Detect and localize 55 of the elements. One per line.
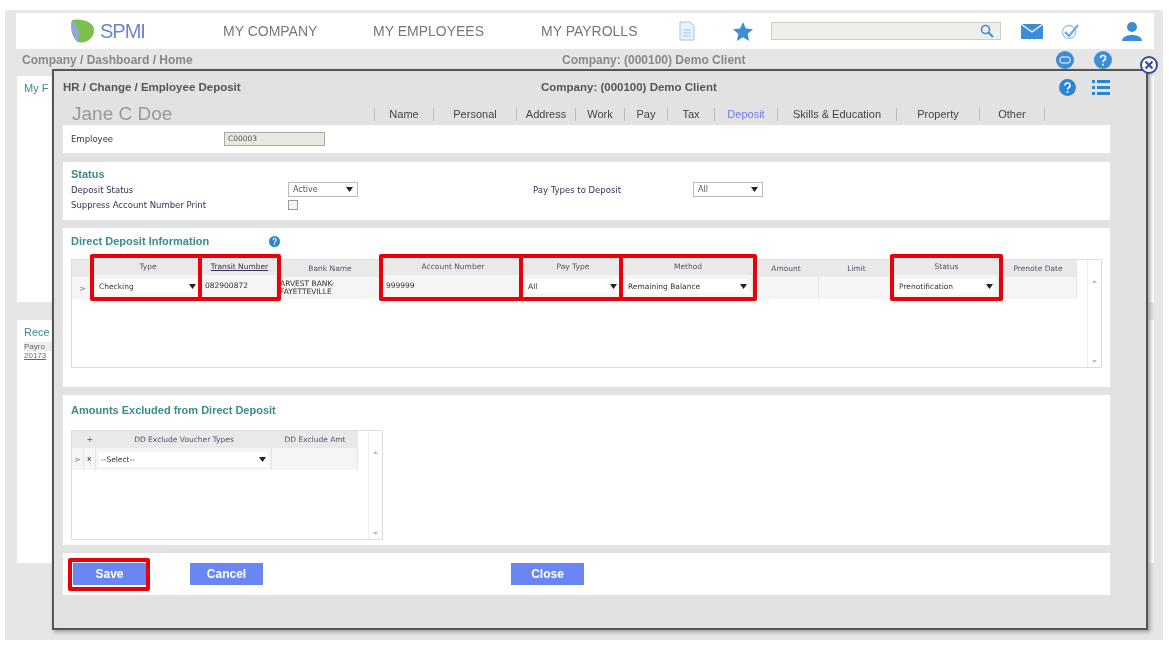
scroll-up-icon[interactable] <box>1092 280 1097 283</box>
scroll-down-icon[interactable] <box>373 532 378 535</box>
checkbox[interactable] <box>288 200 298 210</box>
caret-icon <box>346 187 353 192</box>
dialog-breadcrumb: HR / Change / Employee Deposit <box>63 81 242 93</box>
section-title: Direct Deposit Information <box>71 235 211 247</box>
help-icon[interactable] <box>1059 78 1076 96</box>
breadcrumb: Company / Dashboard / Home <box>21 53 194 67</box>
card-title: My F <box>24 82 49 94</box>
dropdown[interactable]: All <box>693 182 763 197</box>
field-label: Pay Types to Deposit <box>533 184 623 195</box>
field-label: Employee <box>71 134 115 144</box>
mail-icon[interactable] <box>1021 23 1043 39</box>
tab[interactable]: Name <box>374 108 433 121</box>
checkmark-icon[interactable] <box>1061 23 1079 39</box>
user-icon[interactable] <box>1122 21 1142 41</box>
nav-link[interactable]: MY COMPANY <box>223 23 373 39</box>
nav-link[interactable]: MY PAYROLLS <box>541 23 679 39</box>
caret-icon <box>740 283 747 289</box>
company-label: Company: (000100) Demo Client <box>541 81 717 93</box>
dropdown[interactable]: Active <box>288 182 358 197</box>
section-title: Amounts Excluded from Direct Deposit <box>71 404 277 416</box>
tab[interactable]: Property <box>896 108 979 121</box>
scroll-up-icon[interactable] <box>373 451 378 454</box>
field-label: Deposit Status <box>71 184 135 195</box>
list-icon[interactable] <box>1092 79 1110 95</box>
nav-link[interactable]: MY EMPLOYEES <box>373 23 541 39</box>
caret-icon <box>986 283 993 289</box>
company-label: Company: (000100) Demo Client <box>562 53 746 67</box>
star-icon[interactable] <box>733 21 753 41</box>
tab[interactable]: Work <box>575 108 624 121</box>
help-icon[interactable] <box>1094 51 1112 69</box>
caret-icon <box>751 187 758 192</box>
tab[interactable]: Address <box>516 108 575 121</box>
close-icon[interactable] <box>1140 56 1158 74</box>
card-title: Rece <box>24 326 50 338</box>
search-icon[interactable] <box>980 24 994 38</box>
chat-icon[interactable] <box>1056 51 1074 69</box>
tab[interactable]: Skills & Education <box>777 108 896 121</box>
tab[interactable]: Pay <box>624 108 667 121</box>
link[interactable]: 20173 <box>24 351 47 360</box>
caret-icon <box>189 283 196 289</box>
field-label: Suppress Account Number Print <box>71 200 208 210</box>
caret-icon <box>610 283 617 289</box>
caret-icon <box>259 456 266 462</box>
tab[interactable]: Other <box>979 108 1044 121</box>
employee-name: Jane C Doe <box>71 103 174 125</box>
tab[interactable]: Tax <box>667 108 714 121</box>
tab[interactable]: Personal <box>433 108 516 121</box>
company-logo[interactable]: SPMI <box>68 16 223 46</box>
search-field[interactable] <box>771 22 1001 40</box>
section-title: Status <box>71 168 106 180</box>
document-icon[interactable] <box>679 21 695 41</box>
help-icon[interactable] <box>269 235 280 247</box>
scroll-down-icon[interactable] <box>1092 360 1097 363</box>
